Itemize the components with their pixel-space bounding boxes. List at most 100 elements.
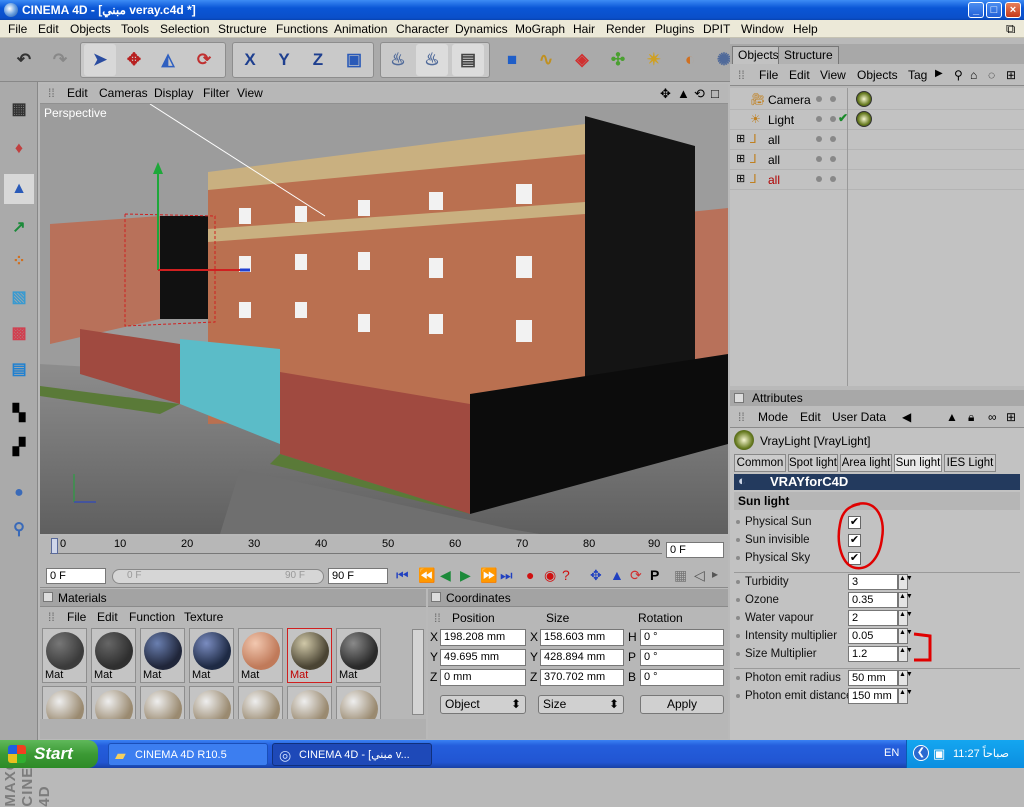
search-icon[interactable]: ⚲: [954, 68, 963, 82]
visibility-dot-icon[interactable]: [816, 136, 822, 142]
material-swatch[interactable]: Mat: [140, 628, 185, 683]
expand-icon[interactable]: ⊞: [736, 152, 745, 165]
object-row[interactable]: 🎥︎ Camera: [730, 90, 1024, 110]
key-rotation-icon[interactable]: ⟳: [630, 567, 642, 584]
rotation-h-field[interactable]: 0 °: [640, 629, 724, 646]
menu-hair[interactable]: Hair: [573, 22, 595, 36]
texture-mode-icon[interactable]: ▚: [4, 398, 34, 428]
panel-toggle-icon[interactable]: [734, 393, 744, 403]
lock-icon[interactable]: 🔒︎: [968, 410, 974, 425]
menu-dynamics[interactable]: Dynamics: [455, 22, 508, 36]
objects-menu-edit[interactable]: Edit: [789, 68, 810, 82]
spinner-arrows-icon[interactable]: ▲▼: [898, 670, 913, 686]
object-row[interactable]: ☀︎ Light ✔: [730, 110, 1024, 130]
material-swatch[interactable]: Mat: [287, 628, 332, 683]
undo-icon[interactable]: ↶: [8, 44, 40, 76]
rotation-p-field[interactable]: 0 °: [640, 649, 724, 666]
up-arrow-icon[interactable]: ▲: [946, 410, 958, 424]
render-dot-icon[interactable]: [830, 136, 836, 142]
objects-menu-tag[interactable]: Tag: [908, 68, 927, 82]
menu-objects[interactable]: Objects: [70, 22, 111, 36]
water-vapour-field[interactable]: 2: [848, 610, 898, 626]
size-x-field[interactable]: 158.603 mm: [540, 629, 624, 646]
rotate-view-icon[interactable]: ⟲: [694, 86, 705, 102]
play-backward-icon[interactable]: ◀: [440, 567, 451, 584]
timeline[interactable]: 0 10 20 30 40 50 60 70 80 90 0 F: [40, 536, 728, 566]
tab-area-light[interactable]: Area light: [840, 454, 892, 472]
coordinate-mode-dropdown[interactable]: Object ⬍: [440, 695, 526, 714]
materials-menu-edit[interactable]: Edit: [97, 610, 118, 624]
scale-tool-icon[interactable]: ◭: [152, 44, 184, 76]
attributes-menu-edit[interactable]: Edit: [800, 410, 821, 424]
perspective-viewport[interactable]: Perspective: [40, 104, 728, 534]
render-picture-viewer-icon[interactable]: ♨: [416, 44, 448, 76]
viewport-menu-edit[interactable]: Edit: [67, 86, 88, 100]
select-arrow-icon[interactable]: ➤: [84, 44, 116, 76]
expand-icon[interactable]: ⊞: [736, 132, 745, 145]
menu-functions[interactable]: Functions: [276, 22, 328, 36]
new-window-icon[interactable]: ⊞: [1006, 410, 1016, 424]
sound-icon[interactable]: ◁: [694, 567, 705, 584]
key-pla-icon[interactable]: ▦: [674, 567, 687, 584]
model-tool-icon[interactable]: ▲: [4, 174, 34, 204]
menu-selection[interactable]: Selection: [160, 22, 209, 36]
position-x-field[interactable]: 198.208 mm: [440, 629, 526, 646]
menu-animation[interactable]: Animation: [334, 22, 387, 36]
language-indicator[interactable]: EN: [884, 747, 899, 759]
scene-object-icon[interactable]: ◐: [674, 44, 706, 76]
visibility-dot-icon[interactable]: [816, 156, 822, 162]
link-icon[interactable]: ∞: [988, 410, 997, 424]
ozone-field[interactable]: 0.35: [848, 592, 898, 608]
object-row[interactable]: ⊞ ⅃ all: [730, 130, 1024, 150]
menu-dpit[interactable]: DPIT: [703, 22, 730, 36]
zoom-view-icon[interactable]: ▲: [677, 86, 690, 101]
network-icon[interactable]: ▣: [933, 746, 945, 762]
position-z-field[interactable]: 0 mm: [440, 669, 526, 686]
materials-scrollbar[interactable]: [412, 629, 424, 715]
attributes-menu-user-data[interactable]: User Data: [832, 410, 886, 424]
tab-structure[interactable]: Structure: [778, 46, 839, 64]
redo-icon[interactable]: ↷: [44, 44, 76, 76]
menu-character[interactable]: Character: [396, 22, 449, 36]
position-y-field[interactable]: 49.695 mm: [440, 649, 526, 666]
key-parameter-icon[interactable]: P: [650, 567, 659, 583]
tag-icon[interactable]: [856, 111, 872, 127]
spinner-arrows-icon[interactable]: ▲▼: [898, 628, 913, 644]
points-mode-icon[interactable]: ⁘: [4, 246, 34, 276]
rotation-b-field[interactable]: 0 °: [640, 669, 724, 686]
viewport-menu-display[interactable]: Display: [154, 86, 193, 100]
edges-mode-icon[interactable]: ▧: [4, 282, 34, 312]
polygons-mode-icon[interactable]: ▩: [4, 318, 34, 348]
render-dot-icon[interactable]: [830, 96, 836, 102]
render-view-icon[interactable]: ♨: [382, 44, 414, 76]
spinner-arrows-icon[interactable]: ▲▼: [898, 688, 913, 704]
material-swatch[interactable]: Mat: [42, 628, 87, 683]
next-frame-icon[interactable]: ⏩: [480, 567, 497, 584]
minimize-button[interactable]: _: [968, 2, 984, 18]
spinner-arrows-icon[interactable]: ▲▼: [898, 592, 913, 608]
start-frame-field[interactable]: 0 F: [46, 568, 106, 584]
tab-sun-light[interactable]: Sun light: [894, 454, 942, 472]
z-axis-lock-icon[interactable]: Z: [302, 44, 334, 76]
render-settings-icon[interactable]: ▤: [452, 44, 484, 76]
panel-toggle-icon[interactable]: [43, 592, 53, 602]
spinner-arrows-icon[interactable]: ▲▼: [898, 610, 913, 626]
expand-icon[interactable]: ⊞: [736, 172, 745, 185]
taskbar-item-cinema4d-app[interactable]: ◎ CINEMA 4D - [مبني v...: [272, 743, 432, 766]
cube-primitive-icon[interactable]: ■: [496, 44, 528, 76]
viewport-menu-cameras[interactable]: Cameras: [99, 86, 148, 100]
tab-common[interactable]: Common: [734, 454, 786, 472]
restore-window-icon[interactable]: ⧉: [1006, 21, 1015, 37]
rotate-tool-icon[interactable]: ⟳: [188, 44, 220, 76]
visibility-dot-icon[interactable]: [816, 96, 822, 102]
spline-icon[interactable]: ∿: [530, 44, 562, 76]
window-title-bar[interactable]: CINEMA 4D - [مبني veray.c4d *] _ □ ×: [0, 0, 1024, 20]
goto-start-icon[interactable]: ⏮: [396, 567, 409, 584]
material-swatch[interactable]: Mat: [336, 628, 381, 683]
coordinate-system-icon[interactable]: ▣: [338, 44, 370, 76]
spinner-arrows-icon[interactable]: ▲▼: [898, 574, 913, 590]
size-mode-dropdown[interactable]: Size ⬍: [538, 695, 624, 714]
play-forward-icon[interactable]: ▶: [460, 567, 471, 584]
materials-menu-function[interactable]: Function: [129, 610, 175, 624]
menu-edit[interactable]: Edit: [38, 22, 59, 36]
